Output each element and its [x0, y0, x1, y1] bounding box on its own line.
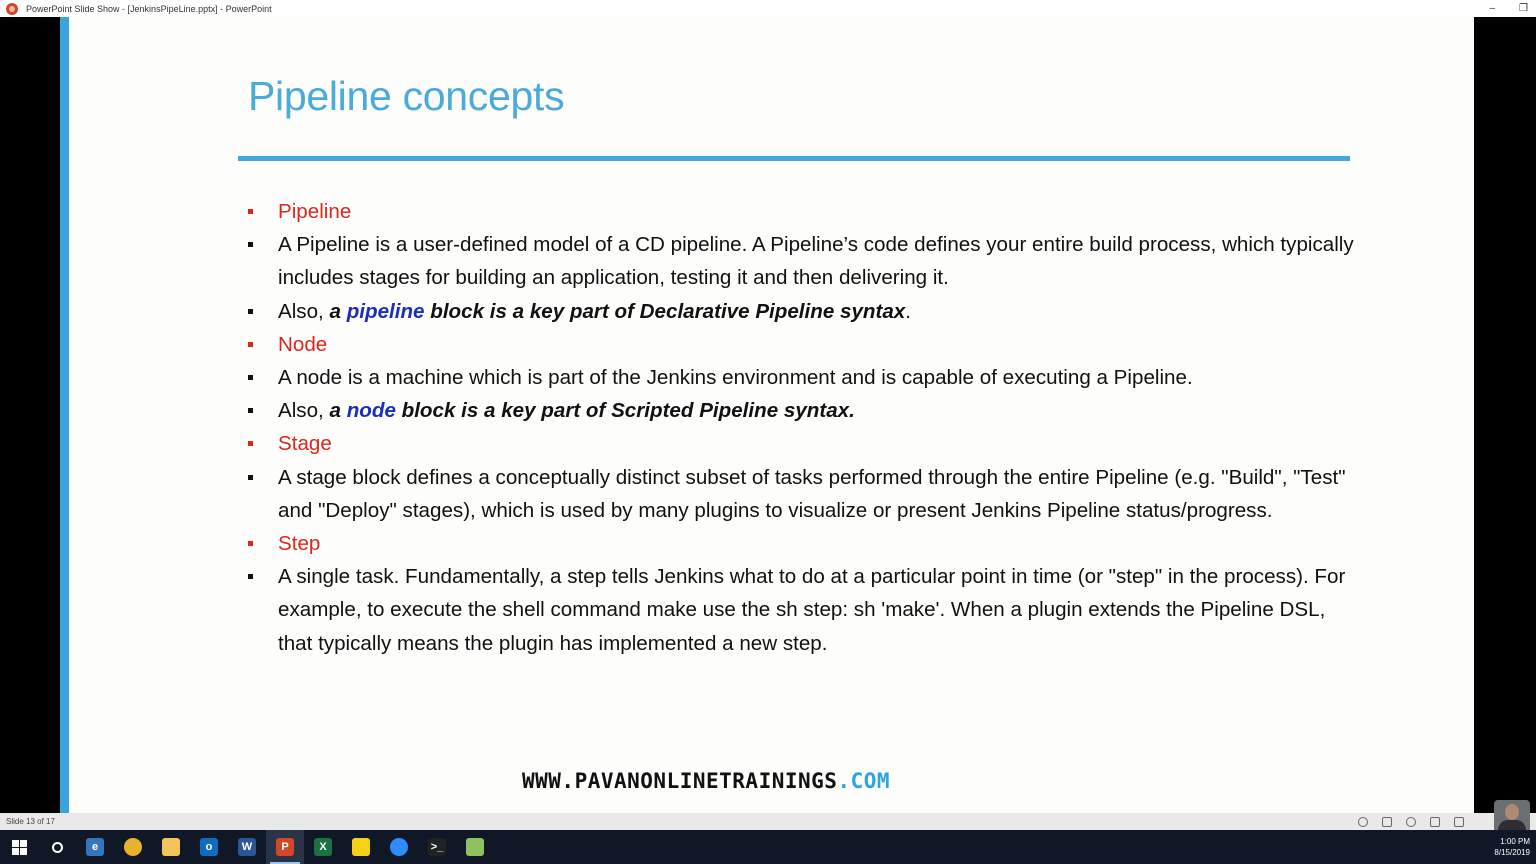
windows-icon: [11, 839, 27, 855]
terminal-icon: >_: [428, 838, 446, 856]
outlook-icon: o: [200, 838, 218, 856]
taskbar-cortana[interactable]: [38, 830, 76, 864]
powerpoint-app-icon: [6, 2, 18, 15]
normal-view-icon[interactable]: [1382, 816, 1392, 827]
bullet-item: A node is a machine which is part of the…: [248, 361, 1358, 394]
taskbar-explorer[interactable]: [152, 830, 190, 864]
window-title: PowerPoint Slide Show - [JenkinsPipeLine…: [26, 3, 272, 14]
word-icon: W: [238, 838, 256, 856]
slideshow-controls: [1358, 813, 1464, 830]
taskbar-outlook[interactable]: o: [190, 830, 228, 864]
bullet-square-icon: [248, 541, 253, 547]
word-label: W: [241, 841, 253, 853]
powerpoint-label: P: [281, 841, 289, 853]
bullet-text: Node: [278, 332, 328, 356]
bullet-heading: Step: [248, 527, 1358, 560]
taskbar-word[interactable]: W: [228, 830, 266, 864]
slide[interactable]: Pipeline concepts Pipeline A Pipeline is …: [60, 17, 1474, 813]
bullet-square-icon: [248, 441, 253, 447]
bullet-item: A single task. Fundamentally, a step tel…: [248, 560, 1358, 660]
taskbar-excel[interactable]: X: [304, 830, 342, 864]
bullet-heading: Node: [248, 328, 1358, 361]
bullet-text: A node is a machine which is part of the…: [278, 366, 1193, 390]
bullet-square-icon: [248, 474, 253, 480]
sticky-notes-icon: [352, 838, 370, 856]
bullet-item: A stage block defines a conceptually dis…: [248, 461, 1358, 527]
footer-website-suffix: .COM: [837, 769, 891, 793]
bullet-list: Pipeline A Pipeline is a user-defined mod…: [248, 195, 1358, 660]
clock-date: 8/15/2019: [1494, 848, 1530, 857]
cortana-icon: [51, 841, 63, 853]
taskbar-terminal[interactable]: >_: [418, 830, 456, 864]
bullet-heading: Pipeline: [248, 195, 1358, 228]
bullet-text: Stage: [278, 432, 332, 456]
bullet-heading: Stage: [248, 427, 1358, 460]
folder-icon: [162, 838, 180, 856]
slideshow-stage: Pipeline concepts Pipeline A Pipeline is …: [0, 17, 1536, 813]
bullet-square-icon: [248, 375, 253, 381]
status-bar: Slide 13 of 17: [0, 813, 1536, 830]
taskbar-notepad[interactable]: [456, 830, 494, 864]
bullet-item: A Pipeline is a user-defined model of a …: [248, 228, 1358, 294]
restore-button[interactable]: ❐: [1519, 3, 1528, 14]
bullet-square-icon: [248, 574, 253, 580]
bullet-keyword: node: [346, 399, 396, 423]
edge-icon: e: [86, 838, 104, 856]
window-controls: – ❐: [1489, 0, 1528, 17]
bullet-square-icon: [248, 308, 253, 314]
bullet-square-icon: [248, 242, 253, 248]
slide-title: Pipeline concepts: [248, 73, 565, 119]
terminal-label: >_: [430, 841, 444, 853]
notepad-icon: [466, 838, 484, 856]
next-slide-icon[interactable]: [1406, 816, 1416, 827]
bullet-emphasis: a: [329, 299, 347, 323]
bullet-emphasis: block is a key part of Scripted Pipeline…: [395, 399, 855, 423]
excel-icon: X: [314, 838, 332, 856]
bullet-square-icon: [248, 408, 253, 414]
taskbar-zoom[interactable]: [380, 830, 418, 864]
bullet-text: A stage block defines a conceptually dis…: [278, 465, 1346, 522]
outlook-label: o: [205, 841, 213, 853]
bullet-square-icon: [248, 341, 253, 347]
powerpoint-icon: P: [276, 838, 294, 856]
window-titlebar: PowerPoint Slide Show - [JenkinsPipeLine…: [0, 0, 1536, 17]
bullet-prefix: Also,: [278, 399, 330, 423]
chrome-icon: [124, 838, 142, 856]
slide-accent-bar: [60, 17, 69, 813]
bullet-emphasis: a: [329, 399, 347, 423]
title-divider: [238, 156, 1350, 161]
bullet-emphasis: block is a key part of Declarative Pipel…: [424, 299, 906, 323]
bullet-item: Also, a node block is a key part of Scri…: [248, 394, 1358, 427]
taskbar-sticky[interactable]: [342, 830, 380, 864]
slide-sorter-icon[interactable]: [1454, 816, 1464, 827]
taskbar-powerpoint[interactable]: P: [266, 830, 304, 864]
bullet-prefix: Also,: [278, 299, 330, 323]
slide-counter: Slide 13 of 17: [6, 817, 55, 826]
bullet-square-icon: [248, 209, 253, 214]
previous-slide-icon[interactable]: [1358, 816, 1368, 827]
minimize-button[interactable]: –: [1489, 3, 1495, 14]
presenter-head: [1505, 804, 1519, 820]
taskbar-edge[interactable]: e: [76, 830, 114, 864]
taskbar-start[interactable]: [0, 830, 38, 864]
bullet-text: Pipeline: [278, 200, 352, 223]
excel-label: X: [319, 841, 327, 853]
bullet-keyword: pipeline: [346, 299, 425, 323]
bullet-suffix: .: [905, 299, 911, 323]
clock-time: 1:00 PM: [1500, 837, 1530, 846]
bullet-item: Also, a pipeline block is a key part of …: [248, 295, 1358, 328]
bullet-text: A single task. Fundamentally, a step tel…: [278, 565, 1346, 655]
zoom-icon: [390, 838, 408, 856]
footer-website-main: WWW.PAVANONLINETRAININGS: [522, 769, 838, 793]
taskbar: e o W P X >_: [0, 830, 1536, 864]
bullet-text: A Pipeline is a user-defined model of a …: [278, 233, 1354, 290]
taskbar-clock[interactable]: 1:00 PM 8/15/2019: [1494, 830, 1530, 864]
footer-website: WWW.PAVANONLINETRAININGS.COM: [522, 769, 890, 793]
bullet-text: Step: [278, 532, 321, 556]
reading-view-icon[interactable]: [1430, 816, 1440, 827]
edge-label: e: [91, 841, 99, 853]
taskbar-chrome[interactable]: [114, 830, 152, 864]
